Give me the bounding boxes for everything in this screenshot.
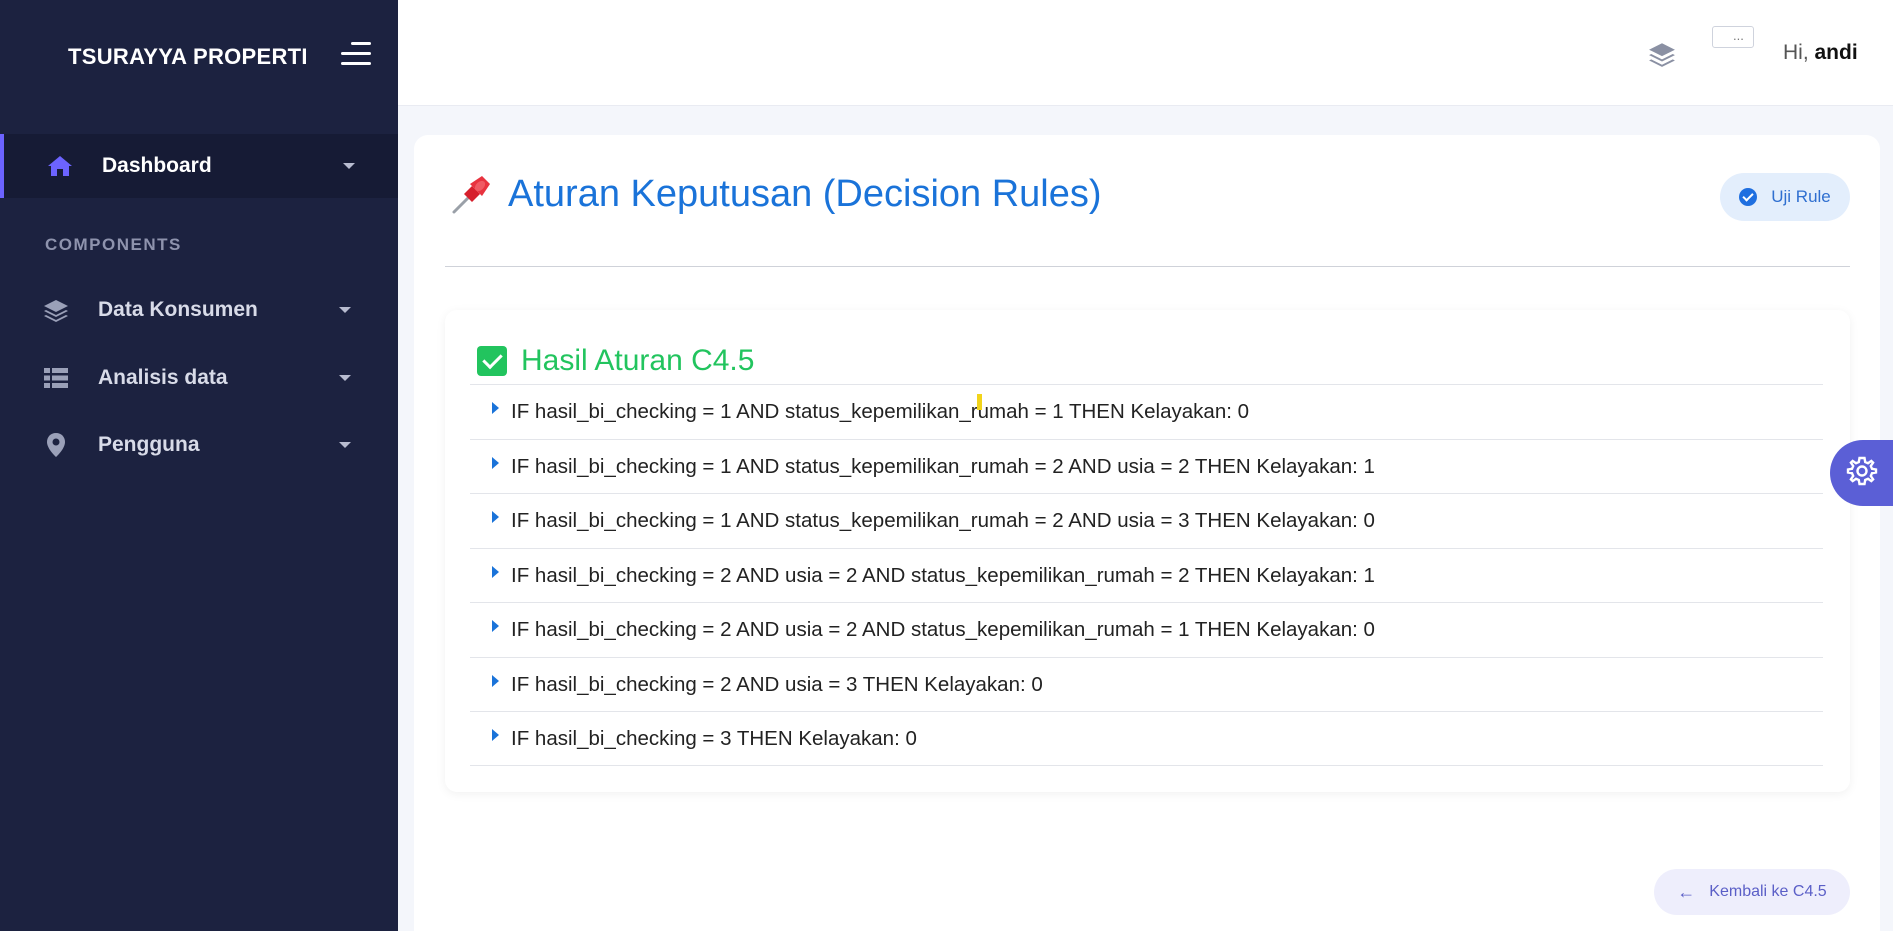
back-to-c45-button[interactable]: ← Kembali ke C4.5	[1654, 869, 1850, 915]
sidebar-item-analisis-data[interactable]: Analisis data	[0, 346, 398, 410]
user-name: andi	[1814, 41, 1858, 64]
rule-text: IF hasil_bi_checking = 1 AND status_kepe…	[511, 454, 1375, 478]
sidebar-item-dashboard[interactable]: Dashboard	[0, 134, 398, 198]
sidebar-item-label: Pengguna	[98, 433, 200, 456]
avatar[interactable]: ...	[1712, 26, 1754, 48]
pushpin-icon	[450, 172, 494, 216]
settings-button[interactable]	[1830, 440, 1893, 506]
rule-text: IF hasil_bi_checking = 1 AND status_kepe…	[511, 509, 1375, 532]
caret-right-icon	[492, 729, 499, 741]
layers-icon[interactable]	[1648, 40, 1678, 70]
check-square-icon	[477, 346, 507, 376]
divider	[445, 266, 1850, 267]
page-header: Aturan Keputusan (Decision Rules)	[450, 172, 1102, 216]
caret-right-icon	[492, 674, 499, 687]
sidebar-item-label: Dashboard	[102, 154, 212, 177]
greeting-prefix: Hi,	[1783, 41, 1815, 64]
rule-text: IF hasil_bi_checking = 2 AND usia = 2 AN…	[511, 618, 1375, 641]
brand-name: TSURAYYA PROPERTI	[68, 43, 308, 69]
user-greeting[interactable]: Hi, andi	[1783, 41, 1858, 65]
rule-text: IF hasil_bi_checking = 2 AND usia = 3 TH…	[511, 672, 1043, 696]
menu-toggle-icon[interactable]	[341, 42, 371, 66]
uji-rule-button[interactable]: Uji Rule	[1720, 173, 1850, 221]
rule-item[interactable]: IF hasil_bi_checking = 2 AND usia = 2 AN…	[470, 547, 1823, 603]
table-icon	[42, 364, 70, 392]
text-cursor	[977, 394, 982, 410]
rule-text: IF hasil_bi_checking = 2 AND usia = 2 AN…	[511, 563, 1375, 587]
rule-item[interactable]: IF hasil_bi_checking = 2 AND usia = 3 TH…	[470, 656, 1823, 712]
caret-right-icon	[492, 620, 499, 632]
sidebar: TSURAYYA PROPERTI Dashboard COMPONENTS D…	[0, 0, 398, 931]
caret-right-icon	[492, 456, 499, 469]
gear-icon	[1846, 455, 1878, 492]
chevron-down-icon	[339, 375, 351, 381]
chevron-down-icon	[339, 307, 351, 313]
layers-icon	[42, 296, 70, 324]
page-title: Aturan Keputusan (Decision Rules)	[508, 172, 1102, 215]
sidebar-item-label: Analisis data	[98, 366, 228, 389]
rule-item[interactable]: IF hasil_bi_checking = 2 AND usia = 2 AN…	[470, 602, 1823, 657]
rules-title: Hasil Aturan C4.5	[521, 344, 755, 377]
map-pin-icon	[42, 431, 70, 459]
section-label: COMPONENTS	[45, 235, 182, 254]
avatar-alt-text: ...	[1733, 28, 1744, 43]
rule-item[interactable]: IF hasil_bi_checking = 1 AND status_kepe…	[470, 438, 1823, 494]
chevron-down-icon	[343, 163, 355, 169]
rule-text: IF hasil_bi_checking = 3 THEN Kelayakan:…	[511, 727, 917, 750]
back-label: Kembali ke C4.5	[1709, 883, 1827, 900]
uji-rule-label: Uji Rule	[1771, 187, 1831, 206]
rule-item[interactable]: IF hasil_bi_checking = 1 AND status_kepe…	[470, 493, 1823, 548]
sidebar-item-data-konsumen[interactable]: Data Konsumen	[0, 278, 398, 342]
check-circle-icon	[1739, 188, 1758, 206]
home-icon	[46, 152, 74, 180]
rule-item[interactable]: IF hasil_bi_checking = 3 THEN Kelayakan:…	[470, 711, 1823, 766]
sidebar-item-label: Data Konsumen	[98, 298, 258, 321]
arrow-left-icon: ←	[1677, 881, 1696, 902]
caret-right-icon	[492, 565, 499, 578]
chevron-down-icon	[339, 442, 351, 448]
caret-right-icon	[492, 402, 499, 414]
rule-list: IF hasil_bi_checking = 1 AND status_kepe…	[470, 384, 1823, 766]
rule-text: IF hasil_bi_checking = 1 AND status_kepe…	[511, 400, 1250, 423]
sidebar-item-pengguna[interactable]: Pengguna	[0, 413, 398, 477]
rule-item[interactable]: IF hasil_bi_checking = 1 AND status_kepe…	[470, 384, 1823, 439]
brand: TSURAYYA PROPERTI	[0, 0, 398, 113]
caret-right-icon	[492, 511, 499, 523]
rules-header: Hasil Aturan C4.5	[477, 344, 754, 378]
